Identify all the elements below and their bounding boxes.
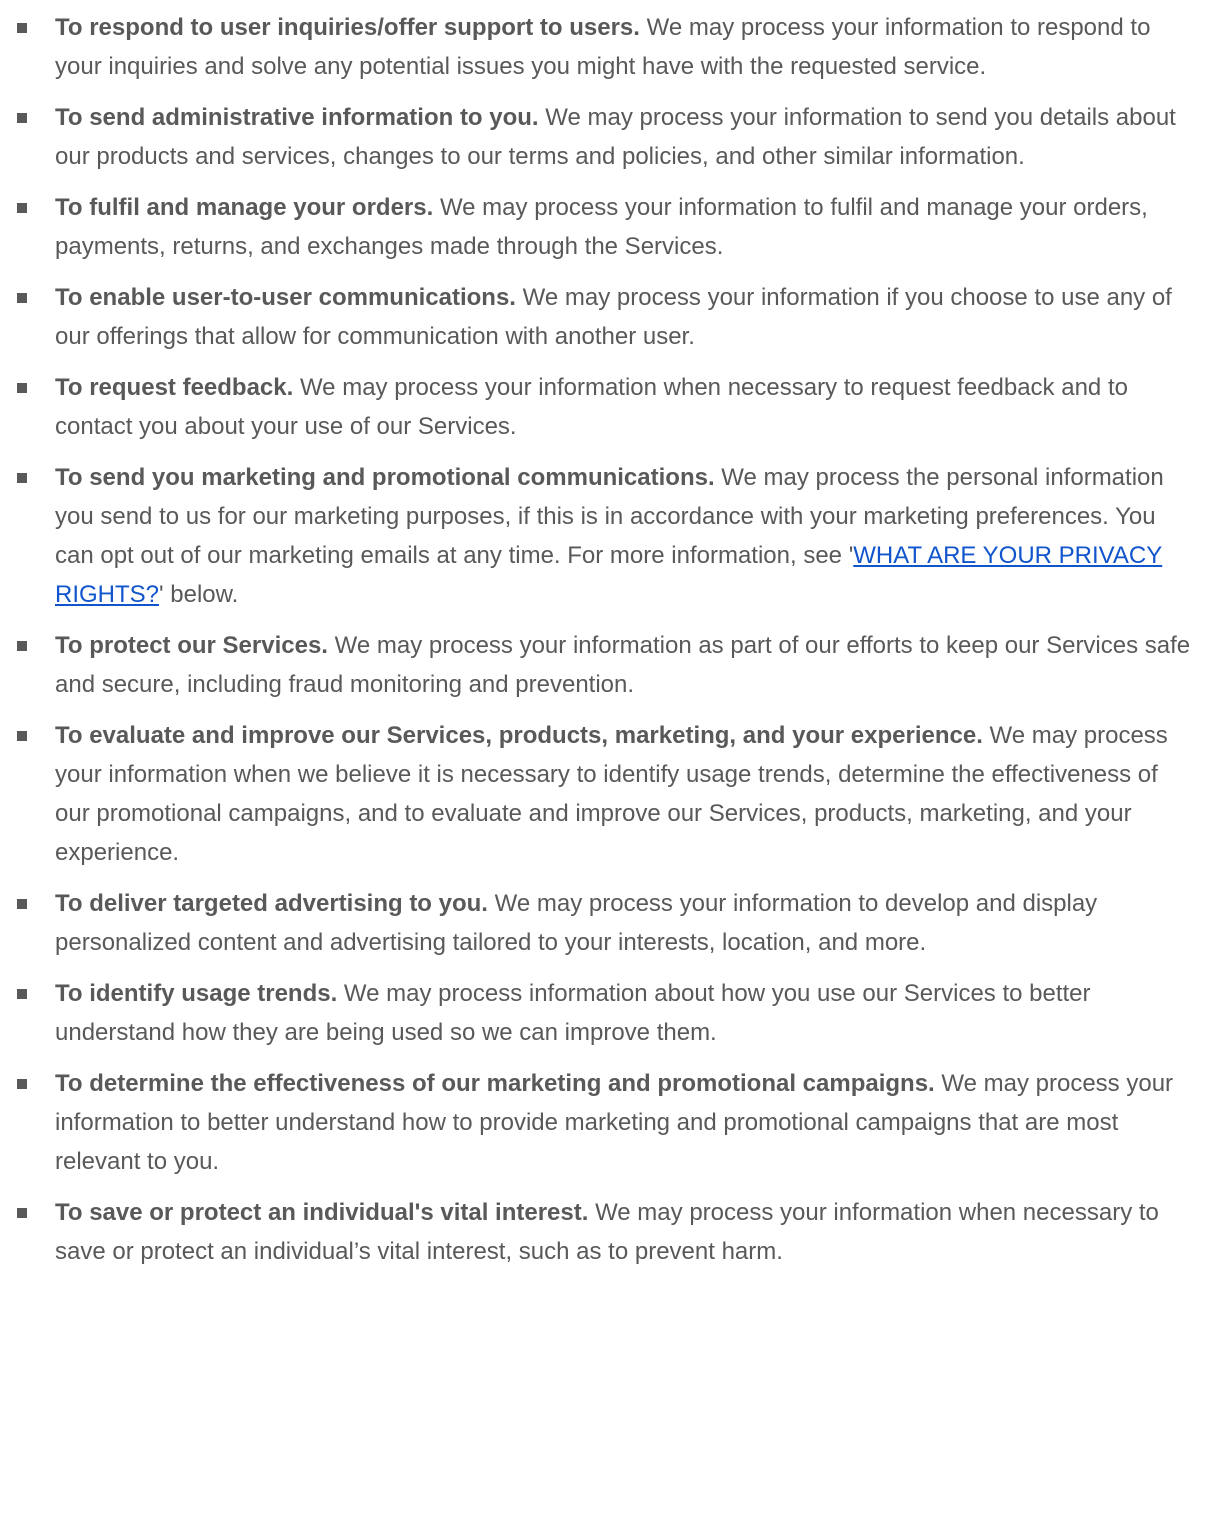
square-bullet-icon: [0, 8, 55, 47]
item-heading: To fulfil and manage your orders.: [55, 194, 434, 221]
list-item: To fulfil and manage your orders. We may…: [0, 188, 1207, 266]
list-item: To deliver targeted advertising to you. …: [0, 884, 1207, 962]
square-bullet-icon: [0, 974, 55, 1013]
square-bullet-icon: [0, 716, 55, 755]
item-heading: To protect our Services.: [55, 632, 328, 659]
item-text-after: ' below.: [159, 581, 239, 608]
square-bullet-icon: [0, 626, 55, 665]
item-heading: To enable user-to-user communications.: [55, 284, 516, 311]
square-bullet-icon: [0, 458, 55, 497]
item-heading: To send you marketing and promotional co…: [55, 464, 715, 491]
item-heading: To save or protect an individual's vital…: [55, 1199, 589, 1226]
item-heading: To request feedback.: [55, 374, 294, 401]
item-heading: To evaluate and improve our Services, pr…: [55, 722, 983, 749]
list-item: To protect our Services. We may process …: [0, 626, 1207, 704]
list-item: To send you marketing and promotional co…: [0, 458, 1207, 614]
list-item: To determine the effectiveness of our ma…: [0, 1064, 1207, 1181]
list-item: To request feedback. We may process your…: [0, 368, 1207, 446]
item-heading: To identify usage trends.: [55, 980, 338, 1007]
list-item: To respond to user inquiries/offer suppo…: [0, 8, 1207, 86]
list-item: To enable user-to-user communications. W…: [0, 278, 1207, 356]
list-item: To evaluate and improve our Services, pr…: [0, 716, 1207, 872]
list-item: To identify usage trends. We may process…: [0, 974, 1207, 1052]
item-heading: To determine the effectiveness of our ma…: [55, 1070, 935, 1097]
square-bullet-icon: [0, 98, 55, 137]
square-bullet-icon: [0, 188, 55, 227]
square-bullet-icon: [0, 1064, 55, 1103]
list-item: To send administrative information to yo…: [0, 98, 1207, 176]
item-heading: To send administrative information to yo…: [55, 104, 539, 131]
square-bullet-icon: [0, 278, 55, 317]
item-heading: To deliver targeted advertising to you.: [55, 890, 488, 917]
list-item: To save or protect an individual's vital…: [0, 1193, 1207, 1271]
item-heading: To respond to user inquiries/offer suppo…: [55, 14, 640, 41]
square-bullet-icon: [0, 1193, 55, 1232]
square-bullet-icon: [0, 368, 55, 407]
purposes-list: To respond to user inquiries/offer suppo…: [0, 0, 1207, 1271]
square-bullet-icon: [0, 884, 55, 923]
